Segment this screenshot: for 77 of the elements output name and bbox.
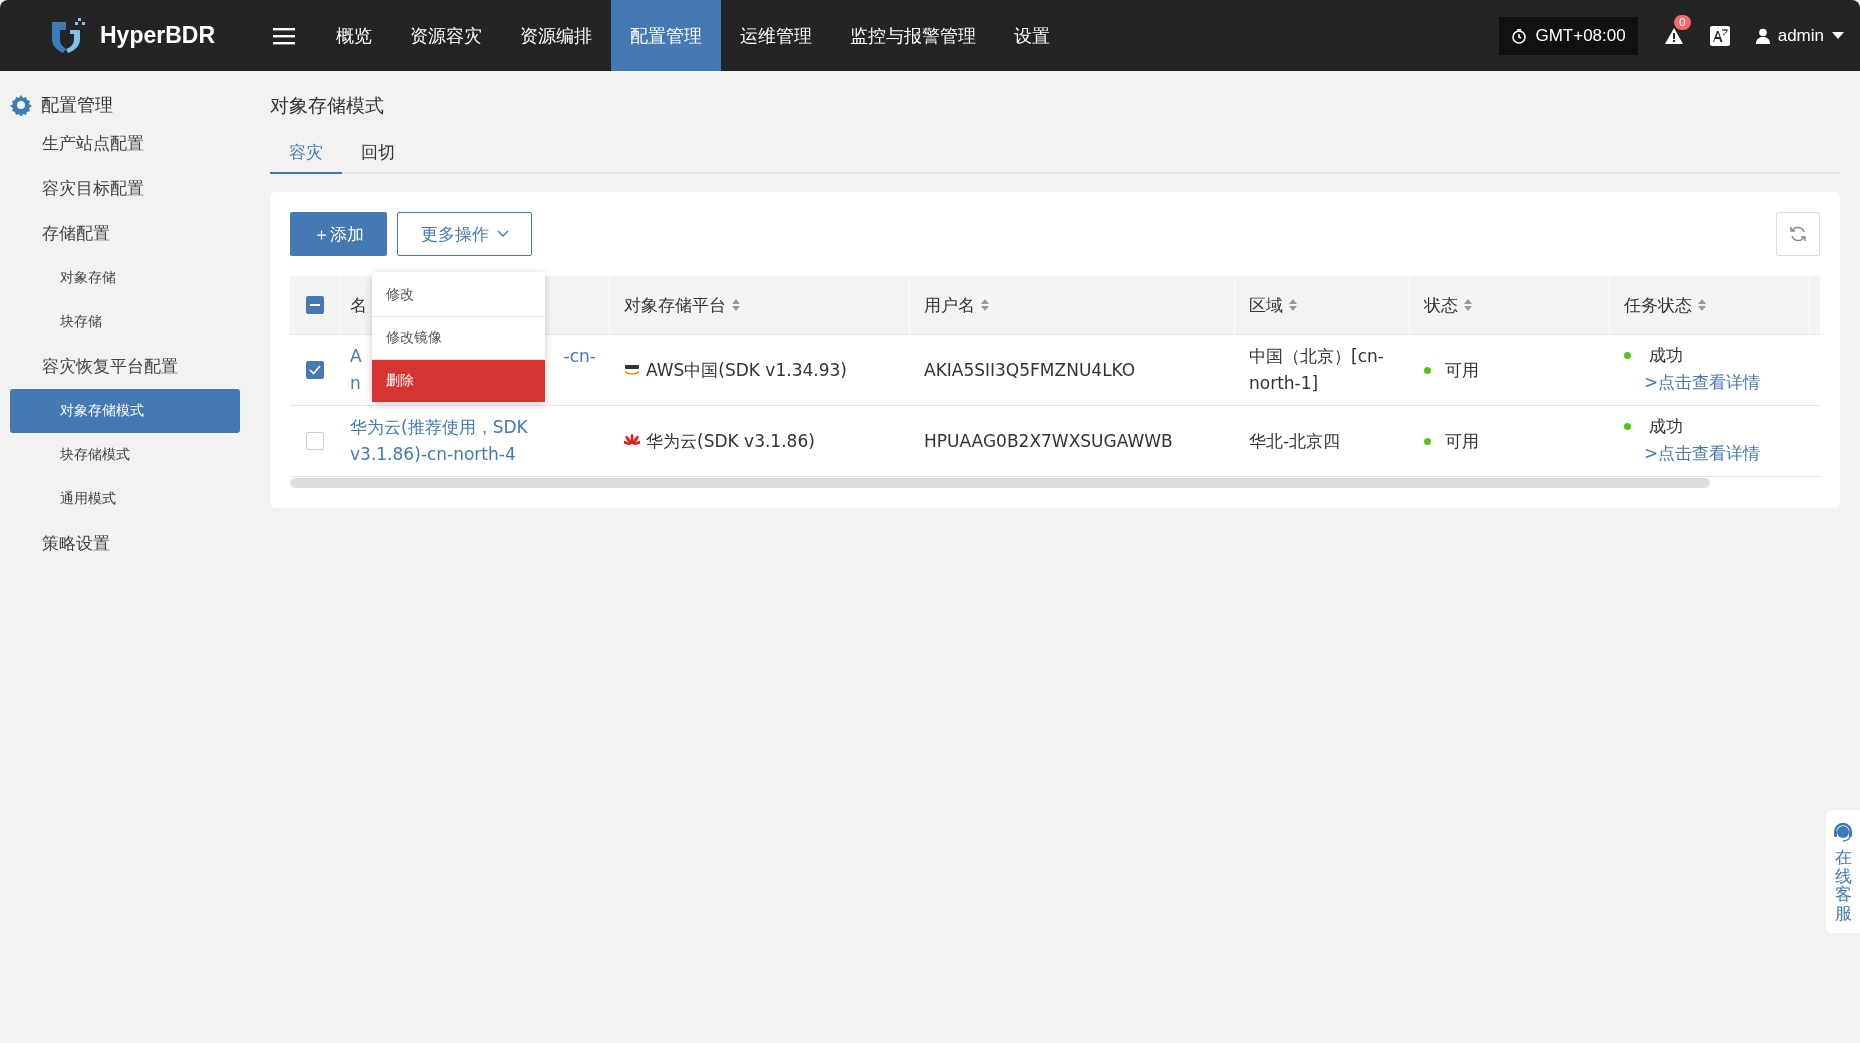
page-title: 对象存储模式 [270, 93, 385, 118]
status-dot [1424, 366, 1431, 374]
column-header[interactable]: 对象存储平台 [624, 293, 726, 317]
timezone-button[interactable]: GMT+08:00 [1499, 16, 1638, 55]
details-link[interactable]: >点击查看详情 [1644, 440, 1761, 467]
sidebar-subitem[interactable]: 块存储 [10, 300, 240, 344]
aws-logo-icon [624, 364, 640, 376]
caret-icon [1832, 31, 1844, 40]
chevron-icon [496, 230, 509, 238]
nav-tab[interactable]: 监控与报警管理 [831, 0, 995, 71]
sidebar-item[interactable]: 容灾恢复平台配置 [0, 344, 240, 389]
sort-icon[interactable] [1698, 299, 1706, 311]
warning-icon[interactable] [1663, 26, 1684, 45]
table-cell: 可用 [1445, 429, 1479, 453]
table-cell-text: 华北-北京四 [1249, 429, 1342, 453]
name-link[interactable]: n [350, 370, 361, 397]
clock-icon [1511, 27, 1528, 44]
table-cell: HPUAAG0B2X7WXSUGAWWB [924, 431, 1173, 451]
user-icon [1755, 27, 1770, 44]
nav-tab[interactable]: 运维管理 [721, 0, 831, 71]
user-menu[interactable]: admin [1755, 25, 1844, 46]
sidebar-item[interactable]: 容灾目标配置 [0, 166, 240, 211]
translate-icon[interactable] [1709, 25, 1730, 46]
sidebar-subitem[interactable]: 对象存储模式 [10, 389, 240, 433]
tab[interactable]: 容灾 [270, 133, 342, 174]
headset-icon [1832, 820, 1854, 842]
sidebar-subitem[interactable]: 通用模式 [10, 477, 240, 521]
refresh-button[interactable] [1776, 212, 1820, 256]
sort-icon[interactable] [732, 299, 740, 311]
flower-logo-icon [624, 434, 640, 448]
table-cell-text: 中国（北京）[cn-north-1] [1249, 345, 1385, 395]
table-cell: 可用 [1445, 358, 1479, 382]
column-header[interactable]: 区域 [1249, 293, 1283, 317]
menu-icon[interactable] [273, 26, 295, 45]
table-cell: AKIA5SII3Q5FMZNU4LKO [924, 360, 1136, 380]
horizontal-scrollbar[interactable] [290, 478, 1710, 488]
nav-tab[interactable]: 资源容灾 [391, 0, 501, 71]
sidebar-item[interactable]: 存储配置 [0, 211, 240, 256]
online-support-button[interactable]: 在线客服 [1826, 810, 1860, 933]
sidebar-title: 配置管理 [41, 93, 113, 117]
menu-item[interactable]: 删除 [372, 360, 545, 402]
status-dot [1424, 437, 1431, 445]
details-link[interactable]: >点击查看详情 [1644, 369, 1761, 396]
tab[interactable]: 回切 [342, 133, 414, 174]
sort-icon[interactable] [1464, 299, 1472, 311]
nav-tab[interactable]: 资源编排 [501, 0, 611, 71]
row-checkbox[interactable] [306, 361, 324, 379]
name-link[interactable]: 华为云(推荐使用，SDK v3.1.86)-cn-north-4 [350, 414, 550, 468]
column-header[interactable]: 任务状态 [1624, 293, 1692, 317]
status-dot [1624, 423, 1631, 430]
name-link[interactable]: -cn- [563, 343, 596, 370]
table-cell: 华为云(SDK v3.1.86) [646, 429, 815, 453]
sidebar-subitem[interactable]: 对象存储 [10, 256, 240, 300]
name-link[interactable]: A [350, 343, 362, 370]
brand-name: HyperBDR [100, 22, 216, 49]
more-actions-button[interactable]: 更多操作 [397, 212, 532, 256]
column-header[interactable]: 状态 [1424, 293, 1458, 317]
select-all-checkbox[interactable] [305, 296, 324, 314]
sidebar-item[interactable]: 策略设置 [0, 521, 240, 566]
column-header[interactable]: 名 [350, 293, 367, 317]
nav-tab[interactable]: 概览 [317, 0, 391, 71]
nav-tab[interactable]: 设置 [995, 0, 1069, 71]
alert-count-badge: 0 [1673, 14, 1691, 30]
table-cell: AWS中国(SDK v1.34.93) [646, 358, 847, 382]
table-cell: 成功 [1649, 344, 1683, 367]
refresh-icon [1789, 225, 1807, 243]
add-button[interactable]: ＋添加 [290, 212, 387, 256]
table-cell: 成功 [1649, 415, 1683, 438]
sidebar-subitem[interactable]: 块存储模式 [10, 433, 240, 477]
nav-tab[interactable]: 配置管理 [611, 0, 721, 71]
sort-icon[interactable] [981, 299, 989, 311]
sidebar-item[interactable]: 生产站点配置 [0, 121, 240, 166]
gear-icon [10, 94, 32, 116]
status-dot [1624, 352, 1631, 359]
sort-icon[interactable] [1289, 299, 1297, 311]
row-checkbox[interactable] [306, 432, 324, 450]
column-header[interactable]: 用户名 [924, 293, 975, 317]
